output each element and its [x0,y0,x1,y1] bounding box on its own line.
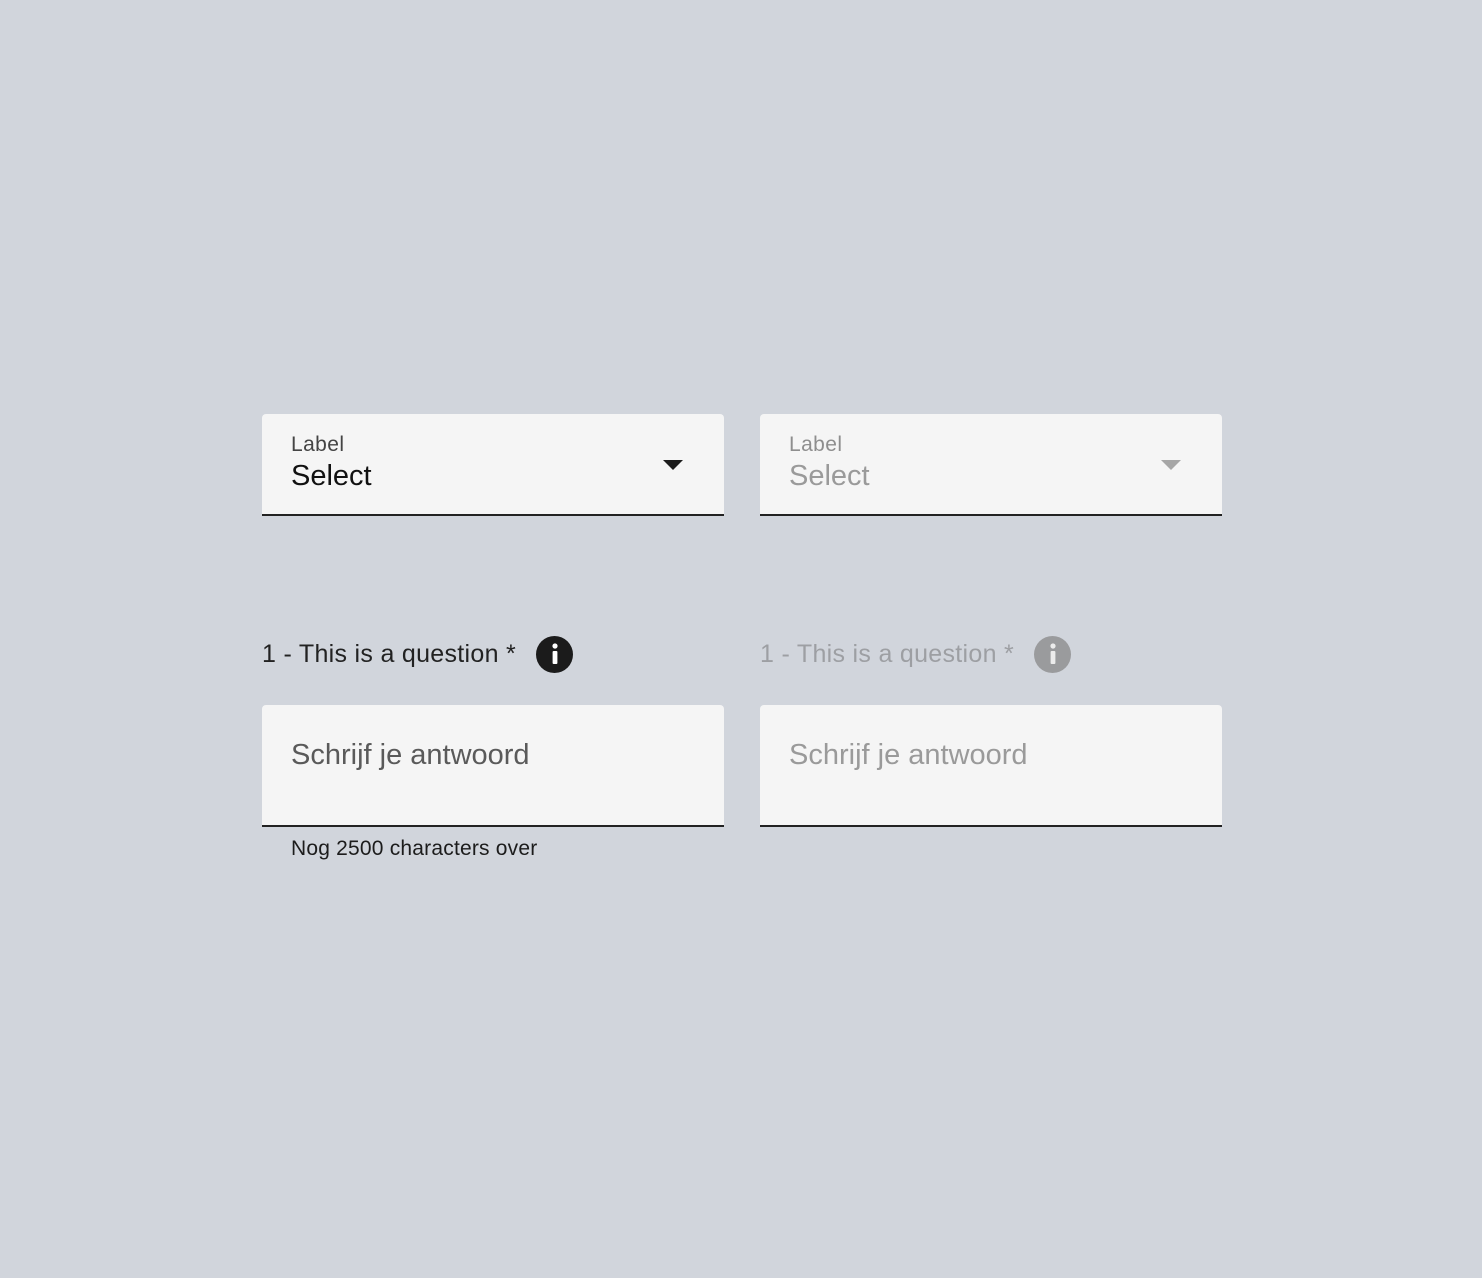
caret-down-icon [1161,460,1181,470]
answer-textarea-enabled[interactable]: Schrijf je antwoord [262,705,724,827]
character-counter: Nog 2500 characters over [291,837,538,860]
select-label: Label [291,433,345,456]
question-enabled: 1 - This is a question * [262,632,574,676]
select-label: Label [789,433,843,456]
select-value: Select [291,460,372,492]
select-field-enabled[interactable]: Label Select [262,414,724,516]
select-field-disabled: Label Select [760,414,1222,516]
answer-placeholder: Schrijf je antwoord [789,739,1028,771]
answer-placeholder: Schrijf je antwoord [291,739,530,771]
question-text: 1 - This is a question * [262,639,517,668]
answer-textarea-disabled: Schrijf je antwoord [760,705,1222,827]
info-icon [1034,635,1072,673]
question-text: 1 - This is a question * [760,639,1015,668]
question-disabled: 1 - This is a question * [760,632,1072,676]
select-value: Select [789,460,870,492]
info-icon[interactable] [536,635,574,673]
caret-down-icon [663,460,683,470]
